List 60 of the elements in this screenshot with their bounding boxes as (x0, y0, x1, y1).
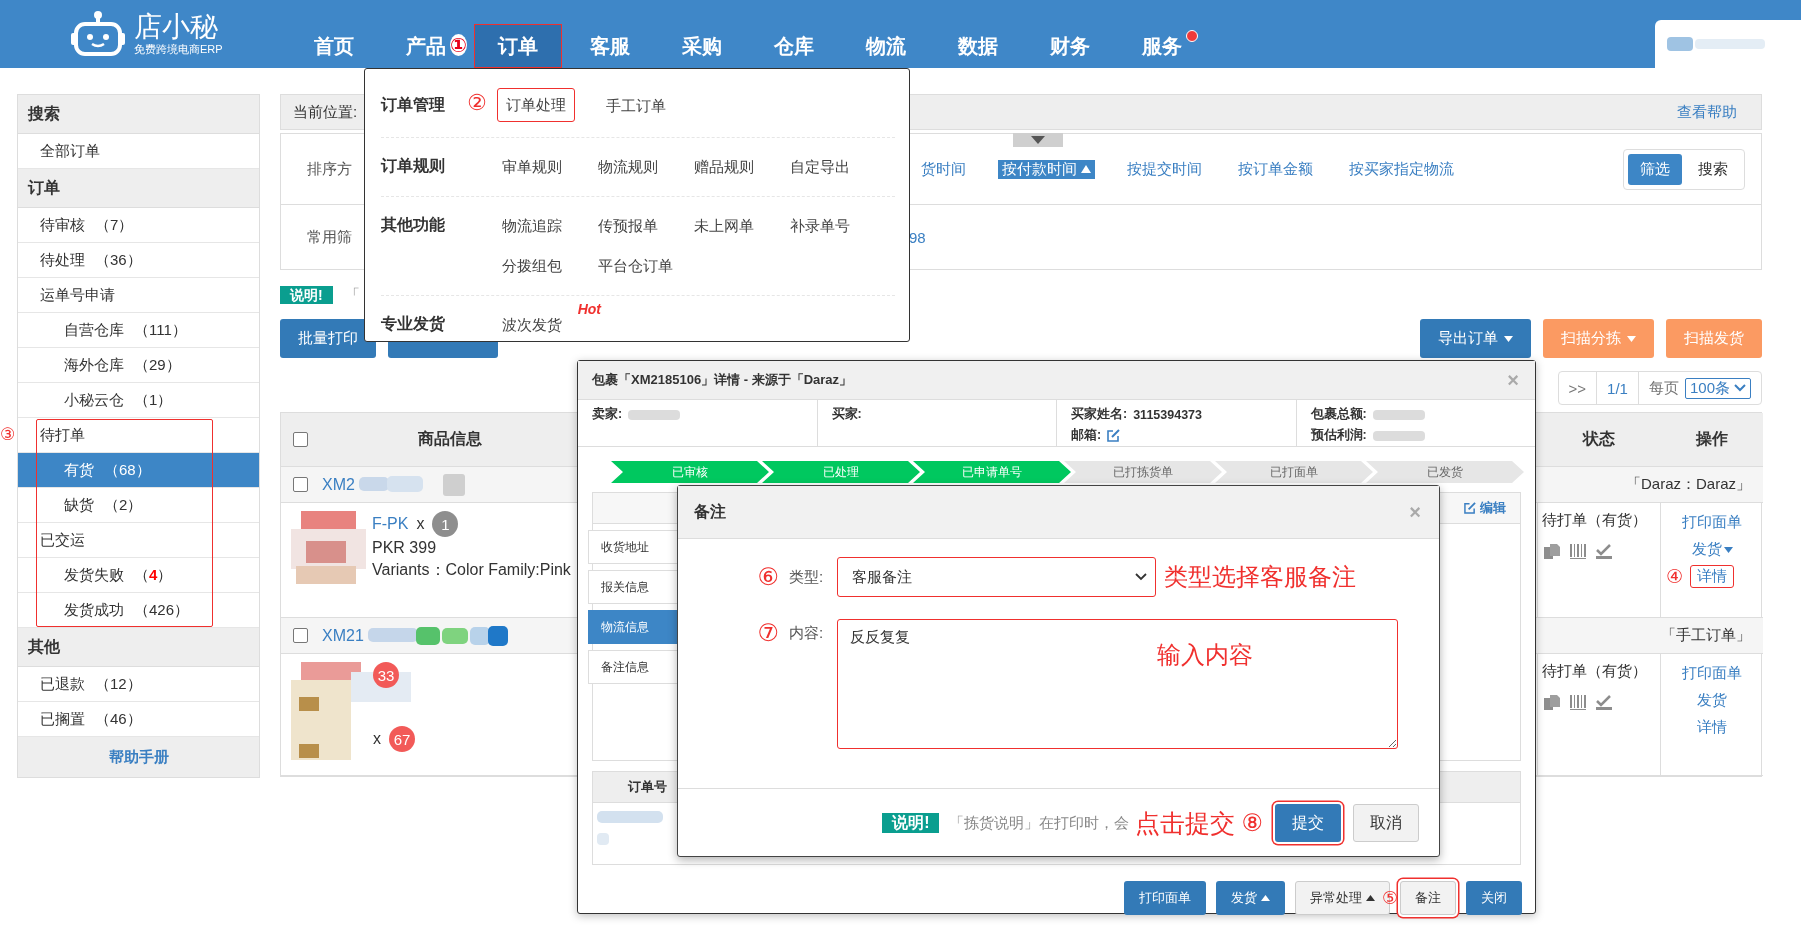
field-label: 买家姓名: (1071, 406, 1128, 423)
field-label: 内容: (789, 623, 825, 643)
order-status: 待打单（有货） (1542, 662, 1648, 681)
notice-label: 说明! (280, 286, 333, 304)
progress-step: 已发货 (1366, 461, 1524, 483)
quantity-badge: 67 (389, 726, 415, 752)
product-variants: Variants：Color Family:Pink (372, 560, 571, 580)
breadcrumb-label: 当前位置: (293, 102, 358, 122)
sort-label: 排序方 (307, 159, 352, 177)
annotation-note: 输入内容 (1157, 640, 1253, 670)
order-source: 「Daraz：Daraz」 (1625, 475, 1751, 494)
logo-tagline: 免费跨境电商ERP (134, 41, 223, 57)
quantity-badge: 1 (432, 511, 459, 537)
menu-heading: 其他功能 (381, 216, 445, 233)
product-price: PKR 399 (372, 538, 438, 558)
quantity-badge: 33 (373, 662, 399, 688)
progress-step: 已打面单 (1215, 461, 1373, 483)
dialog-title: 包裹「XM2185106」详情 - 来源于「Daraz」 (592, 371, 853, 389)
field-label: 预估利润: (1310, 427, 1367, 444)
annotation-note: 类型选择客服备注 (1164, 562, 1356, 592)
notice-text: 「拣货说明」在打印时，会 (949, 813, 1130, 833)
column-header: 订单号 (626, 778, 668, 796)
field-label: 邮箱: (1071, 427, 1102, 444)
menu-heading: 订单管理 (381, 96, 445, 113)
filter-label: 常用筛 (307, 227, 352, 245)
menu-heading: 专业发货 (381, 315, 445, 332)
column-header: 商品信息 (418, 429, 482, 449)
menu-heading: 订单规则 (381, 157, 445, 174)
step-marker: ⑦ (757, 619, 779, 647)
order-status: 待打单（有货） (1542, 511, 1648, 530)
field-label: 卖家: (592, 406, 623, 423)
field-value: 3115394373 (1133, 407, 1202, 422)
per-page-label: 每页 (1648, 378, 1679, 398)
step-marker: ① (450, 34, 467, 56)
quantity-sign: x (373, 730, 381, 748)
hot-tag: Hot (577, 301, 601, 317)
field-label: 类型: (789, 567, 825, 587)
logo-name: 店小秘 (134, 11, 219, 42)
sidebar-heading: 其他 (18, 628, 259, 667)
order-source: 「手工订单」 (1661, 626, 1751, 645)
sidebar-heading: 订单 (18, 169, 259, 208)
progress-step: 已申请单号 (913, 461, 1071, 483)
progress-step: 已处理 (762, 461, 920, 483)
quantity-sign: x (416, 515, 425, 533)
dialog-title: 备注 (694, 501, 726, 522)
step-marker: ④ (1666, 565, 1684, 588)
progress-step: 已打拣货单 (1064, 461, 1222, 483)
field-label: 买家: (831, 406, 862, 423)
column-header: 状态 (1583, 429, 1615, 449)
notice-label: 说明! (882, 813, 940, 833)
step-marker: ③ (0, 424, 16, 445)
step-marker: ⑧ (1241, 809, 1263, 837)
notice-text: 「 (344, 285, 360, 305)
sidebar-heading: 搜索 (18, 95, 259, 134)
field-label: 包裹总额: (1310, 406, 1367, 423)
annotation-note: 点击提交 (1135, 807, 1236, 839)
step-marker: ② (467, 90, 487, 116)
progress-step: 已审核 (611, 461, 769, 483)
column-header: 操作 (1696, 429, 1728, 449)
step-marker: ⑥ (757, 563, 779, 591)
